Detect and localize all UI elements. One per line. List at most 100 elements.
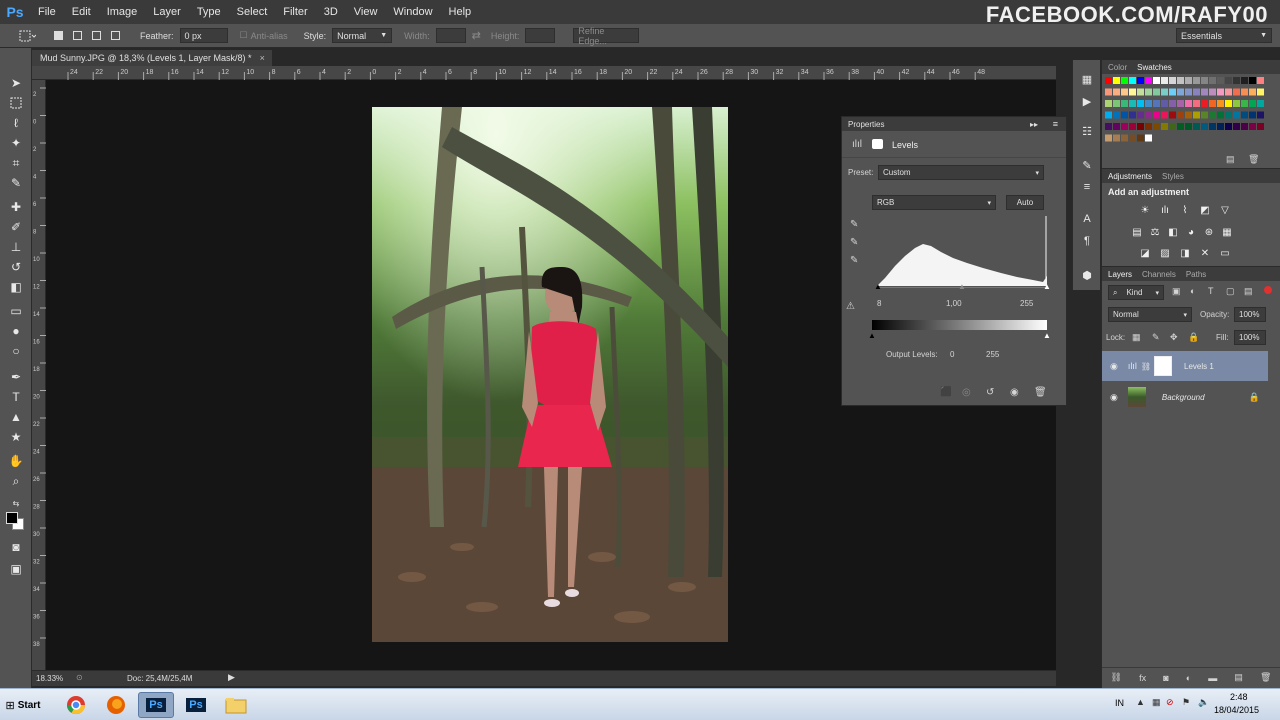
auto-button[interactable]: Auto xyxy=(1006,195,1044,210)
layer-row-background[interactable]: ◉ Background 🔒 xyxy=(1102,382,1268,412)
menu-select[interactable]: Select xyxy=(229,6,276,18)
color-swatch[interactable] xyxy=(1113,77,1120,84)
color-swatch[interactable] xyxy=(1233,77,1240,84)
brush-presets-icon[interactable]: ≡ xyxy=(1078,178,1096,196)
add-mask-icon[interactable]: ◙ xyxy=(1163,673,1168,683)
history-brush-tool-icon[interactable]: ↺ xyxy=(7,258,25,276)
paragraph-panel-icon[interactable]: ¶ xyxy=(1078,232,1096,250)
firefox-taskbar-icon[interactable] xyxy=(98,692,134,718)
zoom-tool-icon[interactable]: ⌕ xyxy=(7,472,25,490)
clock-time[interactable]: 2:48 xyxy=(1230,692,1248,702)
layer-name[interactable]: Levels 1 xyxy=(1184,362,1214,371)
black-point-eyedropper-icon[interactable]: ✎ xyxy=(850,219,858,230)
input-black-value[interactable]: 8 xyxy=(877,299,881,308)
type-tool-icon[interactable]: T xyxy=(7,388,25,406)
swap-colors-icon[interactable]: ⇆ xyxy=(7,494,25,512)
threshold-icon[interactable]: ◨ xyxy=(1178,246,1192,260)
levels-adjustment-icon[interactable]: ılı xyxy=(1158,203,1172,217)
eyedropper-tool-icon[interactable]: ✎ xyxy=(7,174,25,192)
blend-mode-select[interactable]: Normal ▾ xyxy=(1108,307,1192,322)
filter-shape-icon[interactable]: ▢ xyxy=(1226,286,1235,297)
output-black-slider-handle[interactable]: ▲ xyxy=(868,331,876,340)
menu-image[interactable]: Image xyxy=(99,6,146,18)
flag-icon[interactable]: ⚑ xyxy=(1182,697,1190,708)
exposure-icon[interactable]: ◩ xyxy=(1198,203,1212,217)
color-swatch[interactable] xyxy=(1145,88,1152,96)
black-point-slider-handle[interactable]: ▲ xyxy=(874,282,882,291)
status-settings-icon[interactable]: ⊙ xyxy=(76,673,83,682)
explorer-taskbar-icon[interactable] xyxy=(218,692,254,718)
lock-all-icon[interactable]: 🔒 xyxy=(1188,332,1199,343)
color-swatch[interactable] xyxy=(1137,134,1144,142)
color-swatch[interactable] xyxy=(1193,88,1200,96)
midtone-slider-handle[interactable]: ▲ xyxy=(958,282,966,291)
network-icon[interactable]: ▦ xyxy=(1152,697,1161,708)
fill-input[interactable]: 100% xyxy=(1234,330,1266,345)
filter-pixel-icon[interactable]: ▣ xyxy=(1172,286,1181,297)
brush-panel-icon[interactable]: ✎ xyxy=(1078,156,1096,174)
color-swatch[interactable] xyxy=(1105,88,1112,96)
intersect-selection-icon[interactable] xyxy=(107,28,123,44)
color-swatch[interactable] xyxy=(1177,111,1184,119)
vibrance-icon[interactable]: ▽ xyxy=(1218,203,1232,217)
channel-mixer-icon[interactable]: ⊛ xyxy=(1202,225,1216,239)
color-swatch[interactable] xyxy=(1201,111,1208,119)
foreground-color-swatch[interactable] xyxy=(6,512,18,524)
levels-icon[interactable]: ılıl xyxy=(852,139,862,150)
style-select[interactable]: Normal ▼ xyxy=(332,28,393,43)
color-swatch[interactable] xyxy=(1257,123,1264,130)
new-adjustment-layer-icon[interactable]: ◐ xyxy=(1186,673,1191,683)
color-swatch[interactable] xyxy=(1121,77,1128,84)
workspace-select[interactable]: Essentials ▼ xyxy=(1176,28,1272,43)
color-swatch[interactable] xyxy=(1185,77,1192,84)
color-swatch[interactable] xyxy=(1249,111,1256,119)
color-swatch[interactable] xyxy=(1209,123,1216,130)
color-swatch[interactable] xyxy=(1193,111,1200,119)
color-swatch[interactable] xyxy=(1233,88,1240,96)
tab-channels[interactable]: Channels xyxy=(1142,270,1176,279)
chrome-taskbar-icon[interactable] xyxy=(58,692,94,718)
refine-edge-button[interactable]: Refine Edge... xyxy=(573,26,640,46)
character-panel-icon[interactable]: A xyxy=(1078,210,1096,228)
path-selection-tool-icon[interactable]: ▲ xyxy=(7,408,25,426)
color-swatch[interactable] xyxy=(1137,88,1144,96)
height-input[interactable] xyxy=(525,28,556,43)
photoshop-taskbar-icon-2[interactable]: Ps xyxy=(178,692,214,718)
color-swatch[interactable] xyxy=(1105,134,1112,142)
reset-icon[interactable]: ↺ xyxy=(986,387,994,398)
color-swatch[interactable] xyxy=(1241,88,1248,96)
clone-stamp-tool-icon[interactable]: ⊥ xyxy=(7,238,25,256)
color-swatch[interactable] xyxy=(1113,123,1120,130)
crop-tool-icon[interactable]: ⌗ xyxy=(7,154,25,172)
color-swatch[interactable] xyxy=(1113,111,1120,119)
color-swatch[interactable] xyxy=(1145,100,1152,107)
color-swatch[interactable] xyxy=(1257,100,1264,107)
color-swatch[interactable] xyxy=(1105,100,1112,107)
color-swatch[interactable] xyxy=(1161,77,1168,84)
healing-brush-tool-icon[interactable]: ✚ xyxy=(7,198,25,216)
menu-filter[interactable]: Filter xyxy=(275,6,315,18)
color-swatch[interactable] xyxy=(1193,123,1200,130)
mask-icon[interactable] xyxy=(872,139,883,149)
lasso-tool-icon[interactable]: ℓ xyxy=(7,114,25,132)
filter-kind-select[interactable]: ⌕ Kind ▾ xyxy=(1108,285,1164,300)
color-swatch[interactable] xyxy=(1209,88,1216,96)
color-swatch[interactable] xyxy=(1217,88,1224,96)
color-swatch[interactable] xyxy=(1201,88,1208,96)
menu-edit[interactable]: Edit xyxy=(64,6,99,18)
color-swatch[interactable] xyxy=(1185,123,1192,130)
color-swatch[interactable] xyxy=(1161,100,1168,107)
color-swatch[interactable] xyxy=(1137,100,1144,107)
color-swatch[interactable] xyxy=(1201,77,1208,84)
filter-smartobject-icon[interactable]: ▤ xyxy=(1244,286,1253,297)
new-swatch-icon[interactable]: ▤ xyxy=(1226,154,1235,165)
color-swatch[interactable] xyxy=(1185,88,1192,96)
delete-swatch-icon[interactable]: 🗑 xyxy=(1248,154,1259,165)
lock-position-icon[interactable]: ✥ xyxy=(1170,332,1178,343)
color-swatch[interactable] xyxy=(1121,134,1128,142)
color-swatch[interactable] xyxy=(1169,77,1176,84)
color-swatch[interactable] xyxy=(1129,111,1136,119)
color-swatch[interactable] xyxy=(1177,123,1184,130)
color-swatch[interactable] xyxy=(1193,77,1200,84)
photoshop-logo[interactable]: Ps xyxy=(0,0,30,24)
